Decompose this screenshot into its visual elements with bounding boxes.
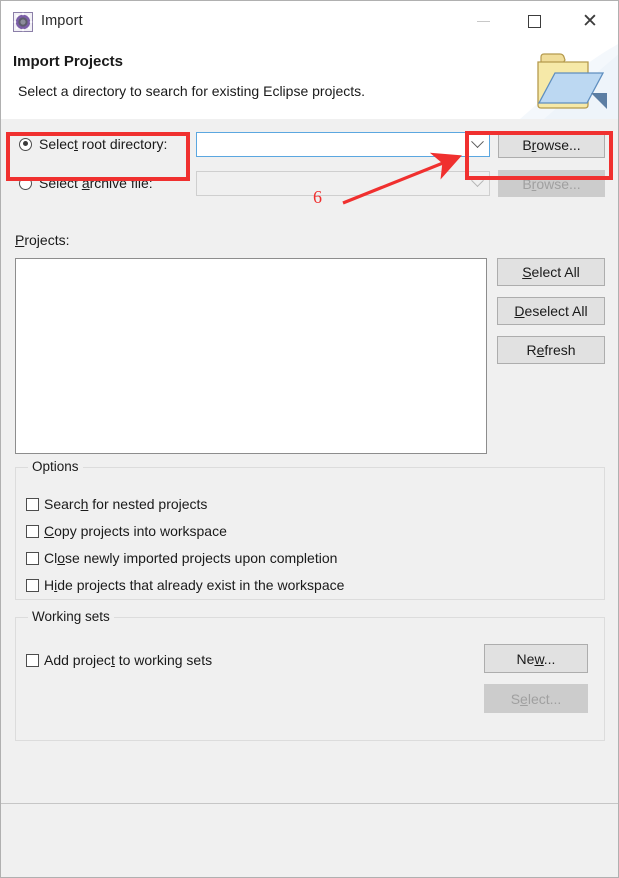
close-button[interactable]: ✕	[567, 1, 613, 41]
import-projects-dialog: Import ✕ Import Projects Select a direct…	[0, 0, 619, 878]
working-sets-group-title: Working sets	[28, 609, 114, 624]
deselect-all-label: Deselect All	[514, 303, 588, 319]
select-archive-file-label: Select archive file:	[39, 175, 153, 191]
page-title: Import Projects	[13, 53, 124, 70]
projects-label: Projects:	[15, 232, 70, 248]
dialog-body: Select root directory: Browse... Select …	[1, 119, 618, 828]
add-working-sets-label: Add project to working sets	[44, 652, 213, 668]
radio-indicator-root	[19, 137, 32, 151]
window-title: Import	[41, 13, 83, 29]
browse-root-label: Browse...	[522, 136, 581, 153]
option-label-3: Hide projects that already exist in the …	[44, 577, 345, 593]
select-all-label: Select All	[522, 264, 580, 280]
radio-indicator-archive	[19, 176, 32, 190]
projects-list-box[interactable]	[15, 258, 487, 454]
page-description: Select a directory to search for existin…	[18, 83, 366, 99]
working-sets-group: Working sets	[15, 609, 605, 741]
archive-file-combo[interactable]	[196, 171, 490, 196]
root-directory-dropdown-button[interactable]	[466, 132, 490, 157]
wizard-header: Import Projects Select a directory to se…	[1, 43, 618, 120]
deselect-all-button[interactable]: Deselect All	[497, 297, 605, 325]
option-label-2: Close newly imported projects upon compl…	[44, 550, 338, 566]
option-label-0: Search for nested projects	[44, 496, 208, 512]
option-hide-existing-projects[interactable]: Hide projects that already exist in the …	[26, 575, 344, 595]
import-icon	[13, 12, 33, 32]
option-copy-projects-into-workspace[interactable]: Copy projects into workspace	[26, 521, 227, 541]
title-bar: Import ✕	[1, 1, 618, 44]
refresh-button[interactable]: Refresh	[497, 336, 605, 364]
browse-archive-file-button[interactable]: Browse...	[498, 170, 605, 197]
select-working-set-button[interactable]: Select...	[484, 684, 588, 713]
option-label-1: Copy projects into workspace	[44, 523, 227, 539]
minimize-icon	[476, 20, 490, 22]
options-group-title: Options	[28, 459, 83, 474]
folder-import-icon	[537, 53, 607, 109]
option-search-nested-projects[interactable]: Search for nested projects	[26, 494, 207, 514]
checkbox-hide-existing	[26, 578, 39, 592]
root-directory-combo[interactable]	[196, 132, 490, 157]
add-project-to-working-sets-checkbox[interactable]: Add project to working sets	[26, 650, 212, 670]
annotation-step-number: 6	[313, 187, 322, 207]
archive-file-dropdown-button[interactable]	[466, 171, 490, 196]
checkbox-search-nested	[26, 497, 39, 511]
new-working-set-button[interactable]: New...	[484, 644, 588, 673]
select-archive-file-radio[interactable]: Select archive file:	[19, 172, 153, 194]
select-all-button[interactable]: Select All	[497, 258, 605, 286]
option-close-newly-imported[interactable]: Close newly imported projects upon compl…	[26, 548, 337, 568]
new-working-set-label: New...	[516, 650, 556, 667]
checkbox-close-imported	[26, 551, 39, 565]
select-root-directory-radio[interactable]: Select root directory:	[19, 133, 167, 155]
dialog-footer: ? < Back Next > Finish Cancel https://bl…	[1, 804, 618, 877]
browse-root-directory-button[interactable]: Browse...	[498, 131, 605, 158]
checkbox-copy-projects	[26, 524, 39, 538]
browse-archive-label: Browse...	[522, 175, 581, 192]
select-working-set-label: Select...	[510, 690, 562, 707]
checkbox-add-working-sets	[26, 653, 39, 667]
chevron-down-icon	[471, 174, 484, 188]
chevron-down-icon	[471, 135, 484, 149]
maximize-icon	[527, 14, 541, 28]
archive-file-input[interactable]	[196, 171, 466, 196]
refresh-label: Refresh	[526, 342, 576, 358]
root-directory-input[interactable]	[196, 132, 466, 157]
close-icon: ✕	[582, 9, 598, 32]
maximize-button[interactable]	[511, 1, 557, 41]
select-root-directory-label: Select root directory:	[39, 136, 168, 152]
minimize-button[interactable]	[460, 1, 506, 41]
